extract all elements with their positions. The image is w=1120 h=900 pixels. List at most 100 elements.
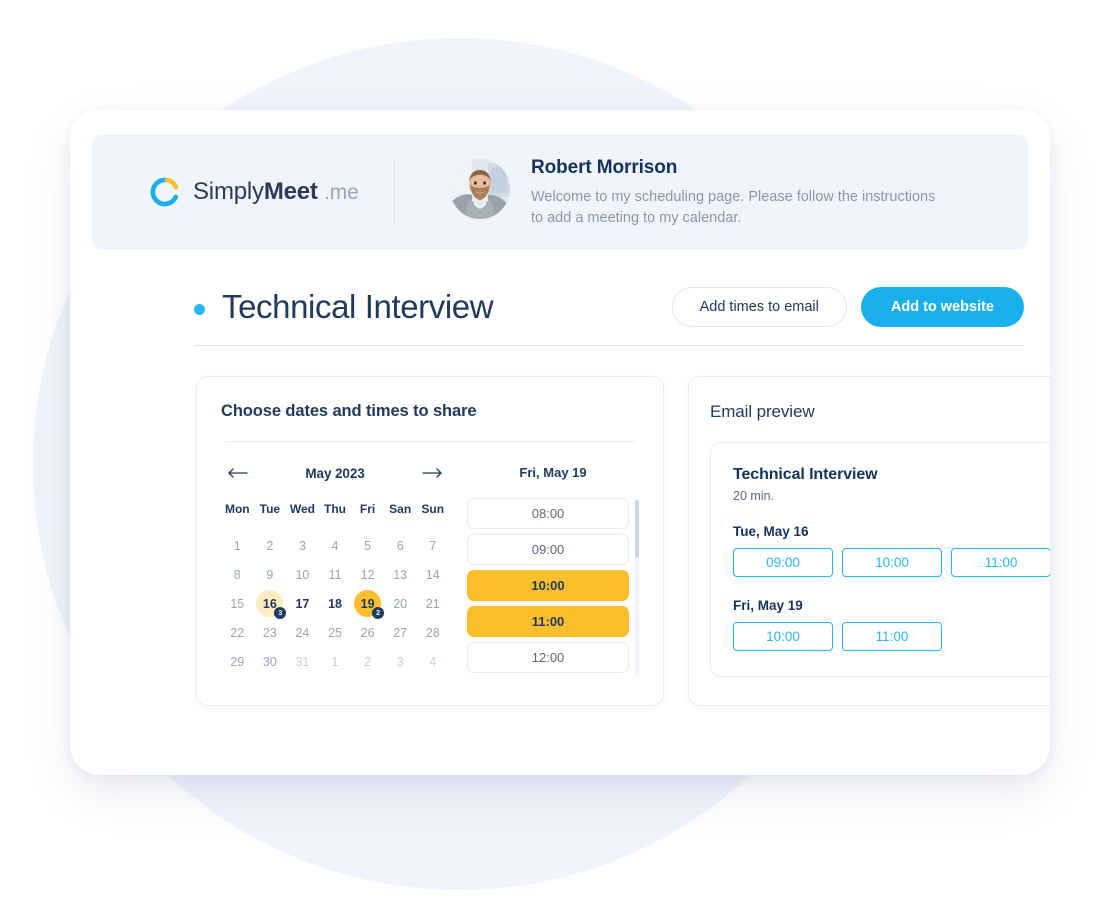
email-time-chip-1100[interactable]: 11:00 <box>842 622 942 651</box>
calendar-day-30[interactable]: 30 <box>256 648 283 675</box>
email-time-group: Fri, May 19 10:00 11:00 <box>733 598 1050 651</box>
slot-scroll-area: 08:00 09:00 10:00 11:00 12:00 <box>467 498 639 680</box>
calendar-day-16[interactable]: 16 3 <box>256 590 287 619</box>
brand-word-tld: .me <box>324 181 359 204</box>
email-group-date: Tue, May 16 <box>733 524 809 539</box>
email-event-duration: 20 min. <box>733 489 774 503</box>
calendar-day-3: 3 <box>396 654 404 669</box>
calendar-day-28[interactable]: 28 <box>419 619 446 646</box>
calendar-day-cell: 18 <box>319 589 352 618</box>
calendar-day-21[interactable]: 21 <box>419 590 446 617</box>
page-title: Technical Interview <box>222 288 494 325</box>
time-slot-column: Fri, May 19 08:00 09:00 10:00 11:00 12:00 <box>467 460 639 680</box>
calendar-day-cell: 14 <box>416 560 449 589</box>
prev-month-button[interactable] <box>225 464 249 482</box>
calendar-day-23[interactable]: 23 <box>256 619 283 646</box>
calendar-day-6[interactable]: 6 <box>387 532 414 559</box>
slot-scrollbar-thumb[interactable] <box>635 500 639 558</box>
calendar-day-10[interactable]: 10 <box>289 561 316 588</box>
host-name: Robert Morrison <box>531 156 678 178</box>
calendar-day-20[interactable]: 20 <box>387 590 414 617</box>
calendar-day-14[interactable]: 14 <box>419 561 446 588</box>
calendar-month-label: May 2023 <box>305 465 365 481</box>
email-chip-row: 10:00 11:00 <box>733 622 1050 651</box>
calendar-day-3[interactable]: 3 <box>289 532 316 559</box>
calendar-day-22[interactable]: 22 <box>224 619 251 646</box>
calendar-grid: Mon Tue Wed Thu Fri San Sun 1 2 3 4 5 6 7 8 9 10 11 12 13 14… <box>221 502 449 676</box>
calendar-day-cell: 25 <box>319 618 352 647</box>
calendar-day-cell: 20 <box>384 589 417 618</box>
page-root: SimplyMeet .me Robert Morrison Welcome t… <box>0 0 1120 900</box>
choose-dates-panel: Choose dates and times to share May 2023 <box>196 376 664 706</box>
app-window-card: SimplyMeet .me Robert Morrison Welcome t… <box>70 110 1050 775</box>
calendar-day-7[interactable]: 7 <box>419 532 446 559</box>
calendar-day-9[interactable]: 9 <box>256 561 283 588</box>
calendar-day-24[interactable]: 24 <box>289 619 316 646</box>
calendar-day-8[interactable]: 8 <box>224 561 251 588</box>
calendar-day-18[interactable]: 18 <box>322 590 349 617</box>
weekday-header: San <box>389 502 412 516</box>
add-times-to-email-button[interactable]: Add times to email <box>671 287 847 327</box>
calendar-day-cell: 8 <box>221 560 254 589</box>
time-slot-0800[interactable]: 08:00 <box>467 498 629 529</box>
next-month-button[interactable] <box>421 464 445 482</box>
calendar: May 2023 Mon Tue Wed Thu Fri San Sun 1 2 3 4 5 6 7 8 9 1… <box>221 460 449 680</box>
calendar-day-cell: 3 <box>384 647 417 676</box>
brand-wordmark: SimplyMeet .me <box>193 178 359 206</box>
calendar-day-29[interactable]: 29 <box>224 648 251 675</box>
calendar-day-cell: 2 <box>351 647 384 676</box>
calendar-day-cell: 27 <box>384 618 417 647</box>
calendar-day-cell: 7 <box>416 531 449 560</box>
title-left: Technical Interview <box>194 288 494 326</box>
calendar-day-cell: 16 3 <box>254 589 287 619</box>
avatar-photo <box>450 158 510 219</box>
host-text: Robert Morrison Welcome to my scheduling… <box>531 156 951 229</box>
calendar-day-cell: 9 <box>254 560 287 589</box>
calendar-day-12[interactable]: 12 <box>354 561 381 588</box>
email-preview-panel: Email preview Technical Interview 20 min… <box>688 376 1050 706</box>
email-time-group: Tue, May 16 09:00 10:00 11:00 <box>733 524 1050 577</box>
calendar-day-26[interactable]: 26 <box>354 619 381 646</box>
calendar-day-11[interactable]: 11 <box>322 561 349 588</box>
status-dot-icon <box>194 303 205 315</box>
calendar-day-27[interactable]: 27 <box>387 619 414 646</box>
arrow-left-icon <box>228 468 248 478</box>
calendar-day-1: 1 <box>331 654 339 669</box>
time-slot-0900[interactable]: 09:00 <box>467 534 629 565</box>
simplymeet-ring-icon <box>150 177 179 207</box>
calendar-day-cell: 28 <box>416 618 449 647</box>
calendar-day-25[interactable]: 25 <box>322 619 349 646</box>
email-event-title: Technical Interview <box>733 466 878 483</box>
calendar-day-4[interactable]: 4 <box>322 532 349 559</box>
email-time-chip-1000[interactable]: 10:00 <box>733 622 833 651</box>
calendar-day-31: 31 <box>295 654 310 669</box>
weekday-header: Sun <box>421 502 445 516</box>
calendar-day-1[interactable]: 1 <box>224 532 251 559</box>
calendar-day-2[interactable]: 2 <box>256 532 283 559</box>
calendar-day-5[interactable]: 5 <box>354 532 381 559</box>
email-time-chip-0900[interactable]: 09:00 <box>733 548 833 577</box>
calendar-day-15[interactable]: 15 <box>224 590 251 617</box>
calendar-day-19[interactable]: 19 2 <box>354 590 385 619</box>
brand-logo[interactable]: SimplyMeet .me <box>92 177 380 207</box>
calendar-day-cell: 29 <box>221 647 254 676</box>
time-slot-1100[interactable]: 11:00 <box>467 606 629 637</box>
add-to-website-button[interactable]: Add to website <box>860 287 1024 327</box>
email-time-chip-1000[interactable]: 10:00 <box>842 548 942 577</box>
calendar-day-cell: 2 <box>254 531 287 560</box>
arrow-right-icon <box>422 468 442 478</box>
calendar-day-cell: 30 <box>254 647 287 676</box>
time-slot-1000[interactable]: 10:00 <box>467 570 629 601</box>
calendar-day-2: 2 <box>364 654 372 669</box>
calendar-day-cell: 1 <box>319 647 352 676</box>
calendar-day-13[interactable]: 13 <box>387 561 414 588</box>
calendar-day-cell: 13 <box>384 560 417 589</box>
time-slot-1200[interactable]: 12:00 <box>467 642 629 673</box>
title-divider <box>194 345 1024 346</box>
calendar-day-cell: 5 <box>351 531 384 560</box>
choose-dates-heading: Choose dates and times to share <box>221 402 477 420</box>
calendar-day-cell: 17 <box>286 589 319 618</box>
calendar-day-cell: 6 <box>384 531 417 560</box>
email-time-chip-1100[interactable]: 11:00 <box>951 548 1050 577</box>
calendar-day-17[interactable]: 17 <box>289 590 316 617</box>
